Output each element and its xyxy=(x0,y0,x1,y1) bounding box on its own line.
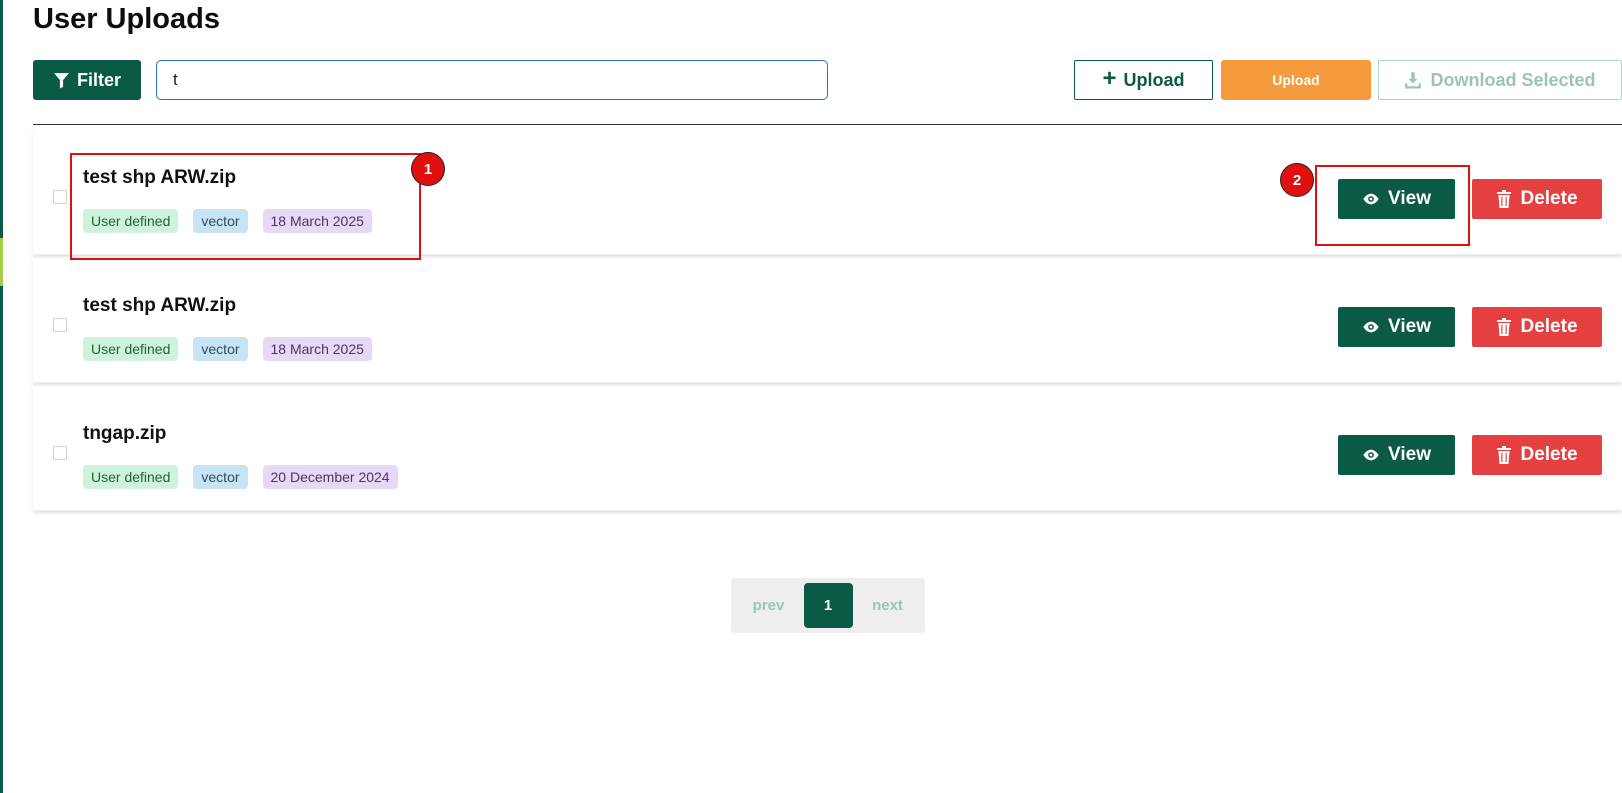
source-tag: User defined xyxy=(83,337,179,361)
current-page-button[interactable]: 1 xyxy=(803,583,853,628)
upload-row: test shp ARW.zip User defined vector 18 … xyxy=(33,259,1622,383)
filter-button[interactable]: Filter xyxy=(33,60,141,100)
upload-button-label: Upload xyxy=(1123,69,1185,90)
page-title: User Uploads xyxy=(33,3,220,35)
left-rail-indicator xyxy=(0,238,3,286)
file-name: test shp ARW.zip xyxy=(83,295,237,316)
upload-button[interactable]: + Upload xyxy=(1074,60,1213,100)
view-button[interactable]: View xyxy=(1338,435,1455,475)
eye-icon xyxy=(1363,321,1379,333)
annotation-badge-1: 1 xyxy=(411,152,445,186)
upload-orange-button-label: Upload xyxy=(1272,72,1320,88)
filter-funnel-icon xyxy=(54,72,69,88)
left-rail xyxy=(0,0,3,793)
type-tag: vector xyxy=(193,465,248,489)
delete-button-label: Delete xyxy=(1520,188,1578,209)
delete-button-label: Delete xyxy=(1520,444,1578,465)
view-button-label: View xyxy=(1388,444,1431,465)
annotation-badge-2: 2 xyxy=(1280,163,1314,197)
upload-orange-button[interactable]: Upload xyxy=(1221,60,1371,100)
trash-icon xyxy=(1497,318,1512,336)
row-select-checkbox[interactable] xyxy=(53,318,67,332)
annotation-box-2 xyxy=(1315,165,1470,246)
annotation-box-1 xyxy=(70,153,421,260)
source-tag: User defined xyxy=(83,465,179,489)
row-select-checkbox[interactable] xyxy=(53,190,67,204)
download-selected-label: Download Selected xyxy=(1430,69,1596,90)
divider xyxy=(33,124,1622,125)
type-tag: vector xyxy=(193,337,248,361)
date-tag: 20 December 2024 xyxy=(262,465,398,489)
delete-button[interactable]: Delete xyxy=(1472,179,1602,219)
upload-row: tngap.zip User defined vector 20 Decembe… xyxy=(33,387,1622,511)
file-tags: User defined vector 20 December 2024 xyxy=(83,465,398,489)
download-icon xyxy=(1405,72,1422,89)
eye-icon xyxy=(1363,449,1379,461)
plus-icon: + xyxy=(1102,65,1117,92)
next-page-link[interactable]: next xyxy=(855,597,920,614)
view-button[interactable]: View xyxy=(1338,307,1455,347)
file-name: tngap.zip xyxy=(83,423,167,444)
toolbar: Filter + Upload Upload Download Selected xyxy=(33,60,1622,100)
row-select-checkbox[interactable] xyxy=(53,446,67,460)
search-input[interactable] xyxy=(156,60,828,100)
delete-button[interactable]: Delete xyxy=(1472,307,1602,347)
pagination: prev 1 next xyxy=(731,578,925,633)
delete-button[interactable]: Delete xyxy=(1472,435,1602,475)
trash-icon xyxy=(1497,190,1512,208)
file-tags: User defined vector 18 March 2025 xyxy=(83,337,372,361)
trash-icon xyxy=(1497,446,1512,464)
date-tag: 18 March 2025 xyxy=(262,337,372,361)
filter-button-label: Filter xyxy=(76,69,121,90)
download-selected-button[interactable]: Download Selected xyxy=(1378,60,1622,100)
view-button-label: View xyxy=(1388,316,1431,337)
delete-button-label: Delete xyxy=(1520,316,1578,337)
prev-page-link[interactable]: prev xyxy=(736,597,801,614)
